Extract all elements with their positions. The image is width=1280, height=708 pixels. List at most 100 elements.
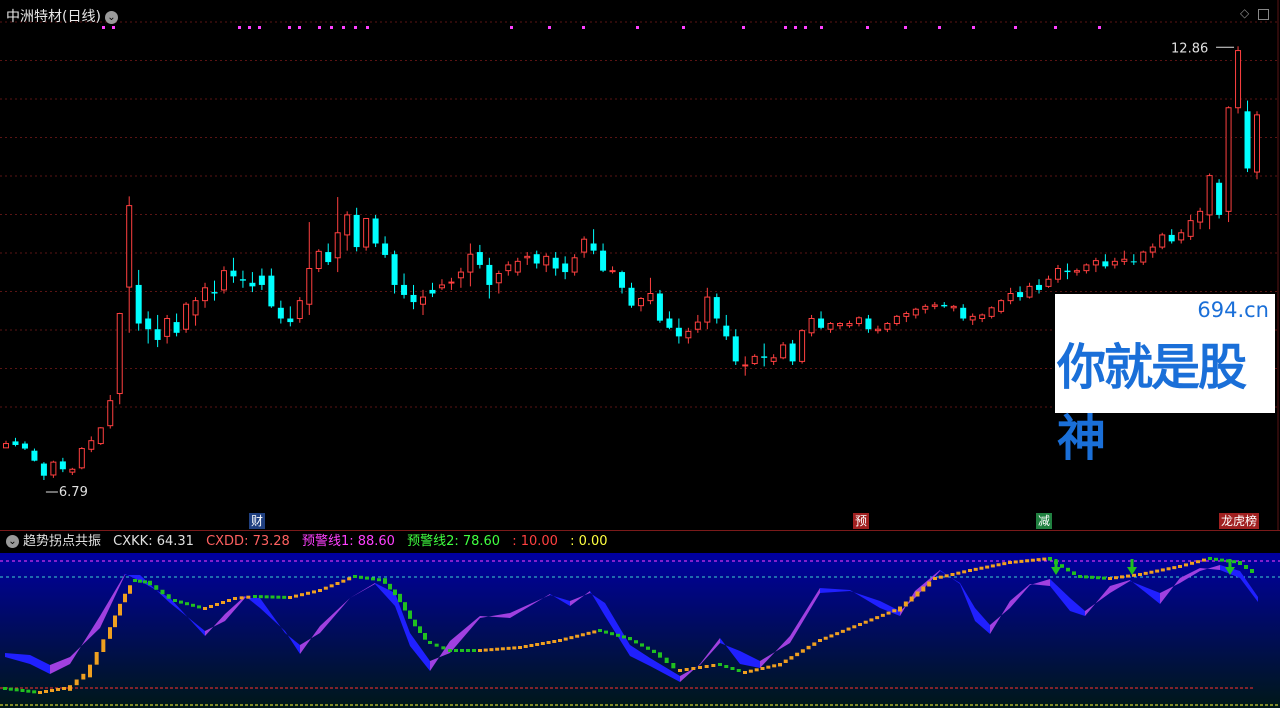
candle bbox=[950, 304, 957, 312]
candle bbox=[770, 354, 777, 365]
signal-dot bbox=[904, 26, 907, 29]
cxdd-bar bbox=[580, 633, 585, 637]
cxdd-bar bbox=[288, 596, 292, 599]
diamond-icon[interactable]: ◇ bbox=[1240, 6, 1249, 20]
cxdd-bar bbox=[652, 649, 656, 653]
candle bbox=[1244, 100, 1251, 173]
cxdd-bar bbox=[1238, 561, 1242, 565]
candle bbox=[78, 447, 85, 470]
candle bbox=[1149, 243, 1156, 258]
candle bbox=[600, 243, 607, 273]
corner-square-icon[interactable] bbox=[1258, 9, 1269, 20]
cxdd-bar bbox=[840, 629, 845, 633]
cxdd-bar bbox=[246, 595, 251, 599]
candle bbox=[1130, 254, 1137, 265]
event-tag-reduce[interactable]: 减 bbox=[1036, 513, 1053, 529]
warn1-value: 预警线1: 88.60 bbox=[301, 534, 395, 549]
candle bbox=[903, 311, 910, 323]
cxdd-bar bbox=[441, 646, 446, 650]
candle bbox=[581, 236, 588, 258]
cxdd-bar bbox=[1013, 560, 1018, 564]
candle bbox=[495, 270, 502, 294]
event-tag-forecast[interactable]: 预 bbox=[853, 513, 870, 529]
cxdd-bar bbox=[138, 579, 142, 583]
chevron-down-icon[interactable]: ⌄ bbox=[104, 10, 118, 24]
candle bbox=[789, 339, 796, 365]
candle bbox=[533, 250, 540, 269]
cxdd-bar bbox=[282, 595, 287, 599]
candle bbox=[912, 307, 919, 319]
cxdd-bar bbox=[990, 564, 995, 568]
event-tag-finance[interactable]: 财 bbox=[249, 513, 266, 529]
cxdd-bar bbox=[335, 582, 340, 585]
candle bbox=[391, 250, 398, 294]
candle bbox=[742, 356, 749, 376]
cxdd-bar bbox=[472, 649, 476, 652]
signal-dot bbox=[354, 26, 357, 29]
cxdd-bar bbox=[909, 596, 914, 602]
indicator-name[interactable]: 趋势拐点共振 bbox=[23, 534, 101, 549]
candle bbox=[476, 244, 483, 269]
cxdd-bar bbox=[62, 687, 66, 690]
candle bbox=[438, 279, 445, 290]
cxdd-bar bbox=[393, 589, 397, 596]
cxdd-bar bbox=[1102, 576, 1106, 580]
candle bbox=[1159, 232, 1166, 250]
cxdd-bar bbox=[1002, 562, 1007, 566]
cxdd-bar bbox=[408, 610, 412, 619]
indicator-panel[interactable] bbox=[0, 553, 1280, 708]
candle bbox=[486, 257, 493, 299]
event-tag-dragon-tiger[interactable]: 龙虎榜 bbox=[1219, 513, 1260, 529]
cxdd-bar bbox=[938, 575, 943, 579]
cxdd-bar bbox=[628, 637, 632, 641]
cxdd-bar bbox=[50, 689, 54, 692]
price-chart-panel[interactable]: 12.86 6.79 中洲特材(日线) ⌄ ◇ 694.cn 你就是股神 财 预 减… bbox=[0, 0, 1280, 530]
chevron-down-icon[interactable]: ⌄ bbox=[6, 535, 19, 548]
cxdd-bar bbox=[466, 649, 470, 652]
cxdd-bar bbox=[766, 665, 771, 669]
cxdd-bar bbox=[622, 635, 626, 639]
candle bbox=[704, 287, 711, 330]
signal-dot bbox=[866, 26, 869, 29]
cxdd-bar bbox=[950, 573, 955, 576]
candle bbox=[154, 314, 161, 348]
cxdd-bar bbox=[592, 630, 597, 634]
cxdd-bar bbox=[783, 659, 788, 663]
cxdd-bar bbox=[118, 603, 122, 616]
cxdd-bar bbox=[795, 652, 800, 657]
cxdd-bar bbox=[869, 618, 874, 622]
cxdd-bar bbox=[1042, 557, 1047, 561]
candle bbox=[941, 302, 948, 308]
cxdd-bar bbox=[506, 646, 511, 650]
candle bbox=[656, 289, 663, 323]
candle bbox=[296, 297, 303, 323]
cxdd-bar bbox=[778, 663, 782, 667]
candle bbox=[969, 313, 976, 325]
signal-dot bbox=[248, 26, 251, 29]
warn2-value: 预警线2: 78.60 bbox=[407, 534, 501, 549]
cxdd-bar bbox=[586, 631, 591, 635]
candle bbox=[609, 266, 616, 274]
candle bbox=[344, 211, 351, 251]
signal-dot bbox=[258, 26, 261, 29]
signal-dot bbox=[636, 26, 639, 29]
candle bbox=[69, 467, 76, 475]
candle bbox=[211, 280, 218, 301]
cxdd-bar bbox=[1030, 558, 1035, 562]
cxdd-bar bbox=[1025, 559, 1030, 563]
candle bbox=[505, 261, 512, 276]
cxdd-bar bbox=[1108, 577, 1112, 580]
candle bbox=[353, 207, 360, 252]
candle bbox=[258, 268, 265, 290]
candle bbox=[401, 273, 408, 299]
cxdd-bar bbox=[154, 585, 159, 590]
cxdd-bar bbox=[898, 606, 902, 612]
candle bbox=[268, 268, 275, 308]
cxdd-bar bbox=[985, 565, 990, 569]
cxdd-bar bbox=[1036, 558, 1041, 562]
candle bbox=[713, 293, 720, 324]
candle bbox=[202, 282, 209, 308]
candle bbox=[287, 306, 294, 327]
cxdd-bar bbox=[341, 579, 346, 583]
cxdd-bar bbox=[698, 666, 702, 669]
